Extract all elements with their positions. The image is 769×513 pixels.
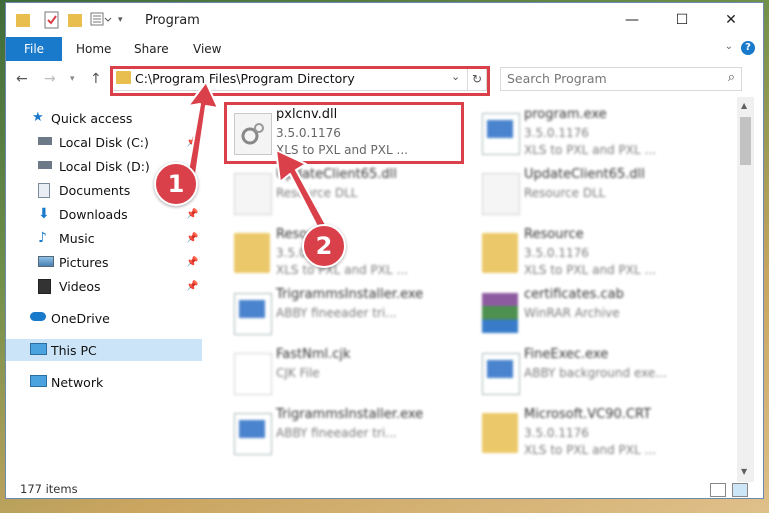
callout-step-1: 1 (154, 162, 198, 206)
annotation-arrows (187, 81, 331, 237)
arrow-1 (187, 81, 219, 175)
callout-step-2: 2 (302, 224, 346, 268)
